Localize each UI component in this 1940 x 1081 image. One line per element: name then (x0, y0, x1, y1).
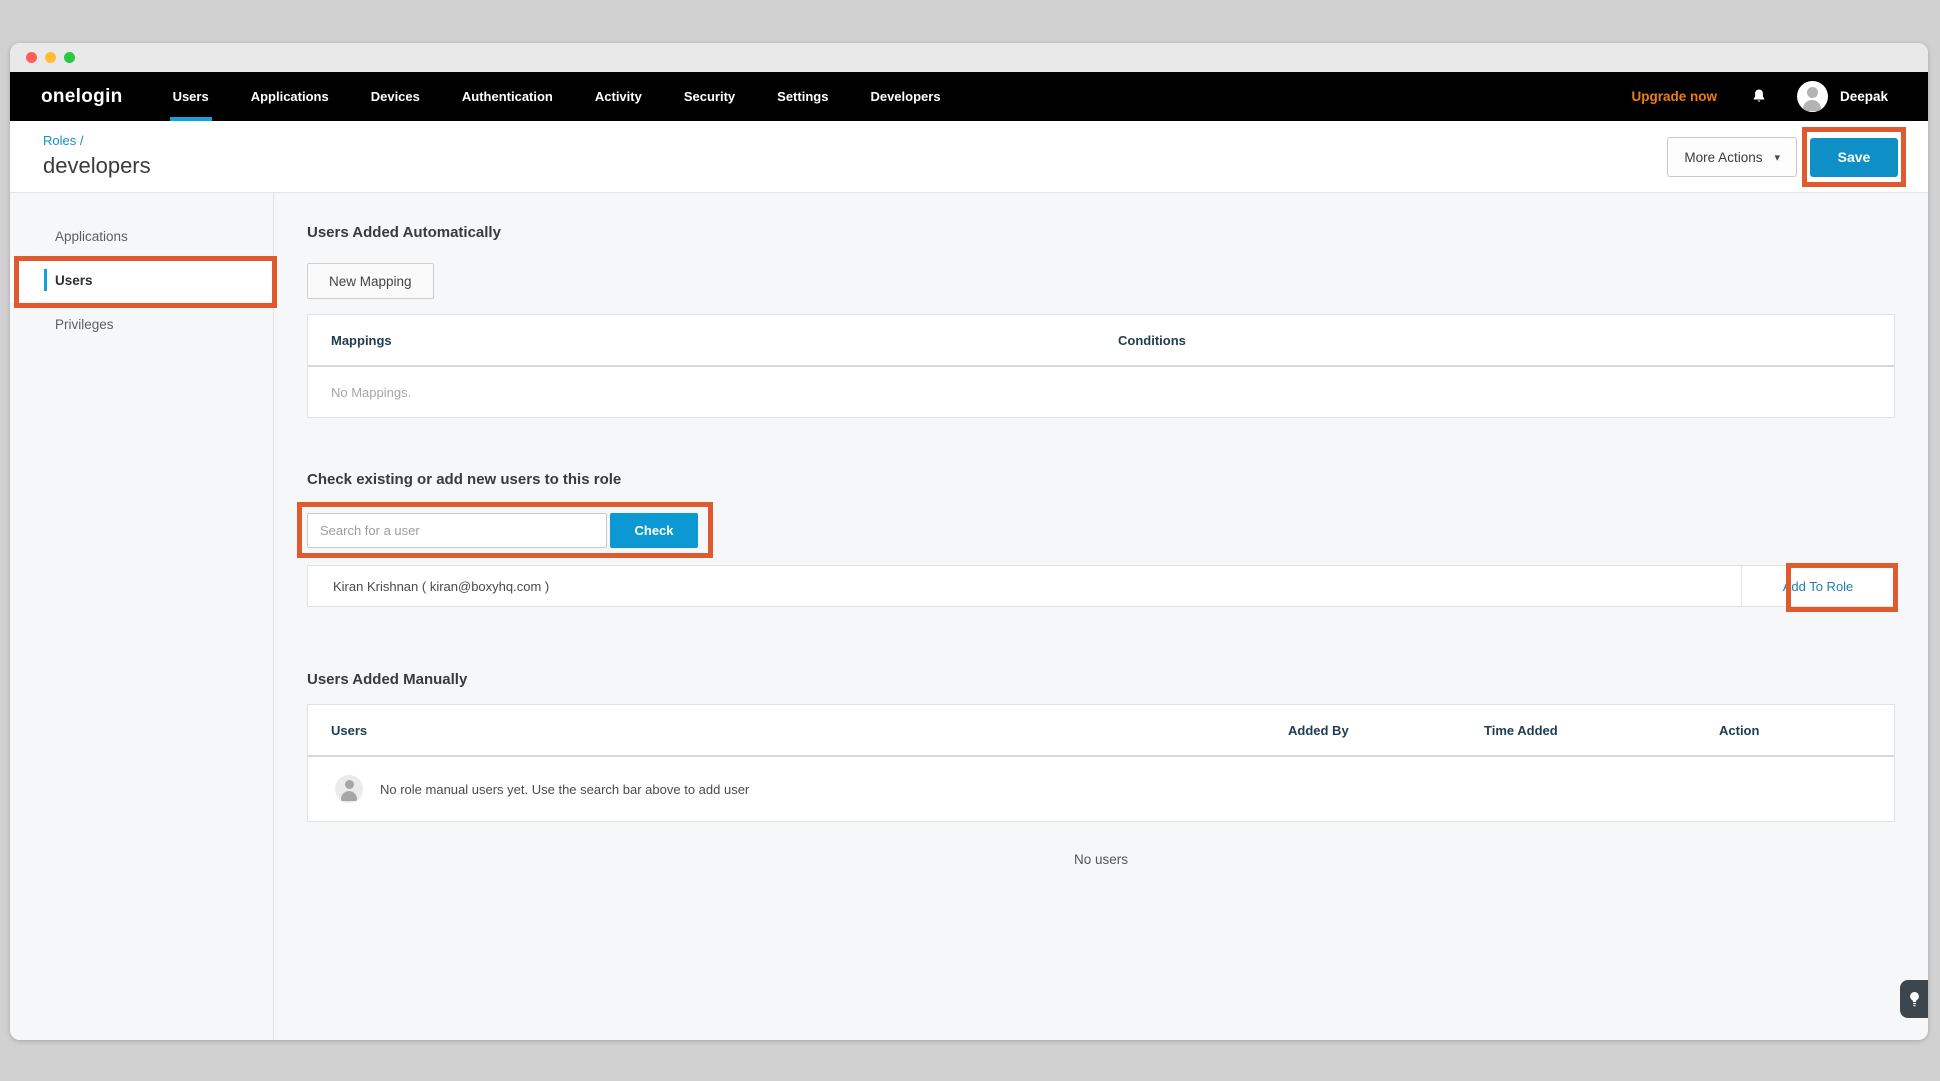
user-avatar-icon (335, 775, 363, 803)
column-header-time-added: Time Added (1484, 723, 1719, 738)
annotation-box-users (14, 256, 277, 308)
chevron-down-icon: ▾ (1774, 151, 1780, 164)
nav-item-settings[interactable]: Settings (777, 72, 828, 121)
page-title: developers (43, 153, 151, 179)
search-result-row: Kiran Krishnan ( kiran@boxyhq.com ) Add … (307, 565, 1895, 607)
section-heading-check-existing: Check existing or add new users to this … (307, 470, 1895, 490)
main-panel: Users Added Automatically New Mapping Ma… (274, 193, 1928, 1040)
no-users-text: No users (307, 852, 1895, 867)
minimize-window-button[interactable] (45, 52, 56, 63)
active-indicator-bar (44, 269, 47, 291)
top-navbar: onelogin Users Applications Devices Auth… (10, 72, 1928, 121)
upgrade-now-link[interactable]: Upgrade now (1631, 89, 1717, 104)
manual-users-empty-row: No role manual users yet. Use the search… (308, 757, 1894, 821)
nav-item-applications[interactable]: Applications (251, 72, 329, 121)
breadcrumb-roles-link[interactable]: Roles / (43, 133, 83, 148)
manual-empty-text: No role manual users yet. Use the search… (380, 782, 749, 797)
notifications-bell-icon[interactable] (1750, 88, 1768, 106)
search-user-input[interactable] (307, 513, 607, 548)
column-header-added-by: Added By (1288, 723, 1484, 738)
browser-window: onelogin Users Applications Devices Auth… (10, 43, 1928, 1040)
nav-item-developers[interactable]: Developers (870, 72, 940, 121)
username-menu[interactable]: Deepak (1840, 89, 1888, 104)
nav-item-users[interactable]: Users (173, 72, 209, 121)
header-actions: More Actions ▾ Save (1667, 121, 1898, 193)
nav-item-devices[interactable]: Devices (371, 72, 420, 121)
window-titlebar (10, 43, 1928, 72)
nav-menu: Users Applications Devices Authenticatio… (173, 72, 941, 121)
user-avatar-icon[interactable] (1797, 81, 1828, 112)
nav-item-security[interactable]: Security (684, 72, 735, 121)
close-window-button[interactable] (26, 52, 37, 63)
section-heading-users-added-manually: Users Added Manually (307, 670, 1895, 690)
help-lightbulb-button[interactable] (1900, 980, 1928, 1018)
check-button[interactable]: Check (610, 513, 698, 548)
more-actions-button[interactable]: More Actions ▾ (1667, 137, 1797, 177)
user-search-bar: Check (307, 513, 698, 548)
nav-item-activity[interactable]: Activity (595, 72, 642, 121)
sidebar-item-privileges[interactable]: Privileges (10, 302, 273, 346)
column-header-users: Users (308, 723, 1288, 738)
content-area: Applications Users Privileges Users Adde… (10, 193, 1928, 1040)
sidebar-item-applications[interactable]: Applications (10, 214, 273, 258)
manual-users-table: Users Added By Time Added Action No role… (307, 704, 1895, 822)
onelogin-logo[interactable]: onelogin (41, 72, 123, 121)
column-header-mappings: Mappings (308, 333, 1118, 348)
result-action-cell: Add To Role (1741, 566, 1894, 606)
new-mapping-button[interactable]: New Mapping (307, 263, 434, 299)
section-heading-users-added-automatically: Users Added Automatically (307, 223, 1895, 243)
page-header: Roles / developers More Actions ▾ Save (10, 121, 1928, 193)
mappings-empty-row: No Mappings. (308, 367, 1894, 417)
result-user-name: Kiran Krishnan ( kiran@boxyhq.com ) (308, 566, 1741, 606)
nav-item-authentication[interactable]: Authentication (462, 72, 553, 121)
window-controls (26, 52, 75, 63)
mappings-table: Mappings Conditions No Mappings. (307, 314, 1895, 418)
save-button[interactable]: Save (1810, 138, 1898, 177)
column-header-action: Action (1719, 723, 1759, 738)
navbar-right: Upgrade now Deepak (1631, 72, 1888, 121)
column-header-conditions: Conditions (1118, 333, 1186, 348)
manual-users-table-header: Users Added By Time Added Action (308, 705, 1894, 757)
sidebar-item-users[interactable]: Users (10, 258, 273, 302)
screen: { "navbar": { "logo": "onelogin", "items… (0, 0, 1940, 1081)
mappings-table-header: Mappings Conditions (308, 315, 1894, 367)
sidebar: Applications Users Privileges (10, 193, 274, 1040)
lightbulb-icon (1907, 989, 1922, 1010)
add-to-role-link[interactable]: Add To Role (1783, 579, 1854, 594)
maximize-window-button[interactable] (64, 52, 75, 63)
